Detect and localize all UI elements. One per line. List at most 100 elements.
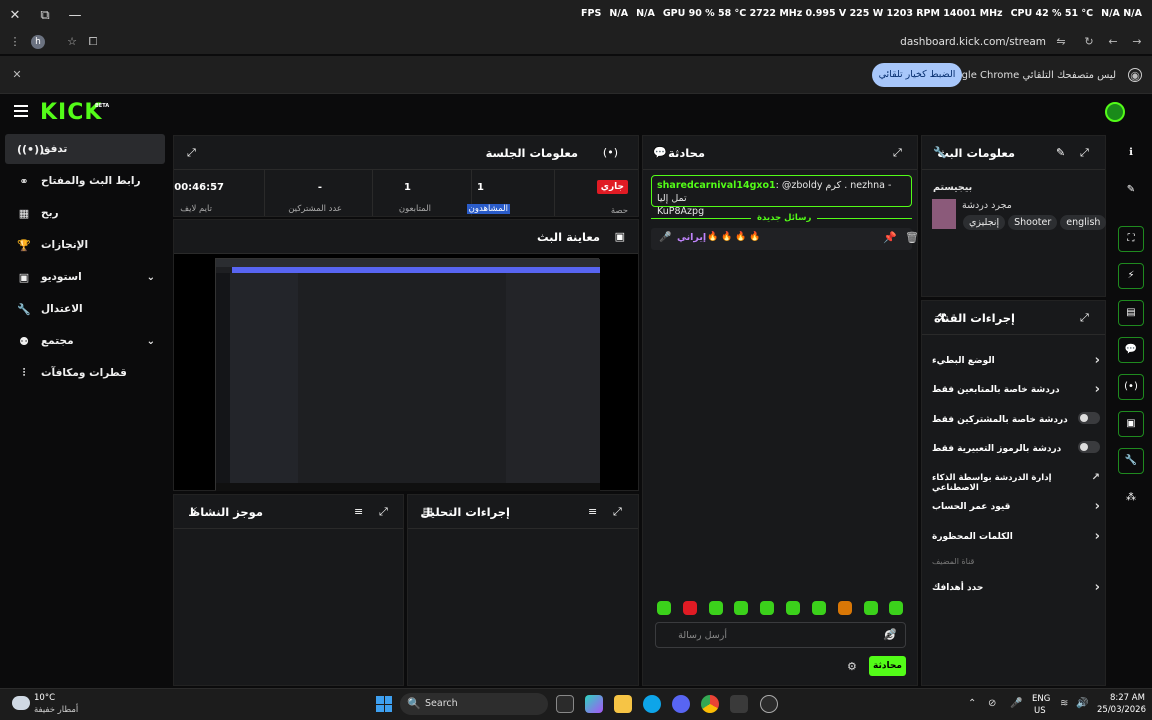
moderator-icon[interactable]: ⛶ bbox=[1118, 226, 1144, 252]
close-window-icon[interactable]: ✕ bbox=[0, 0, 30, 30]
wrench-icon[interactable]: 🔧 bbox=[1118, 448, 1144, 474]
sidebar-item-achievements[interactable]: 🏆 الإنجازات bbox=[5, 230, 165, 260]
windows-start-icon[interactable] bbox=[376, 696, 392, 712]
sidebar-item-monetize[interactable]: ▦ ربح bbox=[5, 198, 165, 228]
profile-avatar[interactable]: h bbox=[31, 35, 45, 49]
emote-icon[interactable] bbox=[683, 601, 697, 615]
tray-network-off-icon[interactable]: ⊘ bbox=[988, 698, 996, 709]
emote-icon[interactable] bbox=[864, 601, 878, 615]
chat-input[interactable]: ☻ أرسل رسالة 🎤 bbox=[655, 622, 906, 648]
weather-temp[interactable]: 10°C bbox=[34, 693, 55, 703]
set-default-button[interactable]: الضبط كخيار تلقائي bbox=[872, 63, 962, 87]
send-chat-button[interactable]: محادثة bbox=[869, 656, 906, 676]
mic-icon[interactable]: 🎤 bbox=[883, 628, 897, 641]
emote-icon[interactable] bbox=[786, 601, 800, 615]
edit-pencil-icon[interactable]: ✎ bbox=[1056, 146, 1065, 159]
tag-chip[interactable]: english bbox=[1060, 215, 1107, 230]
action-set-goals[interactable]: حدد أهدافك › bbox=[932, 580, 1100, 595]
trash-icon[interactable]: 🗑 bbox=[905, 231, 919, 244]
broadcast-icon[interactable]: (•) bbox=[1118, 374, 1144, 400]
popout-icon[interactable]: ⤢ bbox=[1080, 311, 1089, 325]
share-label[interactable]: حصة bbox=[611, 206, 628, 216]
forward-icon[interactable]: → bbox=[1130, 35, 1144, 49]
input-language[interactable]: ENG bbox=[1032, 694, 1050, 704]
user-avatar[interactable] bbox=[1105, 102, 1125, 122]
sidebar-item-drops[interactable]: ⫶ قطرات ومكافآت bbox=[5, 358, 165, 388]
app-icon[interactable] bbox=[730, 695, 748, 713]
file-explorer-icon[interactable] bbox=[614, 695, 632, 713]
emote-icon[interactable] bbox=[812, 601, 826, 615]
weather-icon[interactable] bbox=[12, 696, 30, 710]
emote-icon[interactable] bbox=[734, 601, 748, 615]
emote-icon[interactable] bbox=[889, 601, 903, 615]
sidebar-item-moderation[interactable]: 🔧 الاعتدال bbox=[5, 294, 165, 324]
sidebar-item-community[interactable]: ⚉ مجتمع ⌄ bbox=[5, 326, 165, 356]
edit-pencil-icon[interactable]: ✎ bbox=[1118, 177, 1144, 203]
action-ai-moderation[interactable]: إدارة الدردشة بواسطة الذكاء الاصطناعي ↗ bbox=[932, 472, 1100, 493]
message-username[interactable]: إيراني bbox=[677, 232, 706, 243]
pinned-message[interactable]: sharedcarnival14gxo1: @zboldy كرم . nezh… bbox=[651, 175, 912, 217]
wifi-icon[interactable]: ≋ bbox=[1060, 698, 1068, 709]
volume-icon[interactable]: 🔊 bbox=[1076, 698, 1088, 709]
lightning-icon: ⚡ bbox=[190, 505, 198, 518]
popout-icon[interactable]: ⤢ bbox=[379, 505, 388, 519]
chat-message[interactable]: 🎤 إيراني 🔥 🔥 🔥 🔥 📌 🗑 bbox=[651, 228, 919, 250]
clock-time[interactable]: 8:27 AM bbox=[1110, 693, 1145, 703]
emote-icon[interactable] bbox=[657, 601, 671, 615]
copilot-icon[interactable] bbox=[585, 695, 603, 713]
dollar-icon: ▦ bbox=[18, 206, 30, 220]
extension-icon[interactable]: ⧠ bbox=[86, 35, 100, 49]
tray-mic-icon[interactable]: 🎤 bbox=[1010, 698, 1022, 709]
chrome-icon[interactable] bbox=[701, 695, 719, 713]
lightning-icon[interactable]: ⚡ bbox=[1118, 263, 1144, 289]
category-name[interactable]: مجرد دردشة bbox=[962, 200, 1012, 211]
tray-overflow-icon[interactable]: ⌃ bbox=[968, 698, 976, 709]
edge-icon[interactable] bbox=[643, 695, 661, 713]
back-icon[interactable]: ← bbox=[1106, 35, 1120, 49]
tune-icon[interactable]: ⇋ bbox=[1054, 35, 1068, 49]
menu-dots-icon[interactable]: ⋮ bbox=[8, 35, 22, 49]
filter-icon[interactable]: ≡ bbox=[354, 505, 363, 518]
filter-icon[interactable]: ≡ bbox=[588, 505, 597, 518]
obs-icon[interactable] bbox=[760, 695, 778, 713]
popout-icon[interactable]: ⤢ bbox=[893, 146, 902, 160]
reload-icon[interactable]: ↻ bbox=[1082, 35, 1096, 49]
popout-icon[interactable]: ⤢ bbox=[613, 505, 622, 519]
restore-window-icon[interactable]: ⧉ bbox=[30, 0, 60, 30]
pin-icon[interactable]: 📌 bbox=[883, 231, 897, 244]
dismiss-infobar-icon[interactable]: ✕ bbox=[10, 68, 24, 82]
popout-icon[interactable]: ⤢ bbox=[187, 146, 196, 160]
bookmark-star-icon[interactable]: ☆ bbox=[65, 35, 79, 49]
pinned-username[interactable]: sharedcarnival14gxo1 bbox=[657, 180, 776, 191]
emote-icon[interactable] bbox=[838, 601, 852, 615]
info-icon[interactable]: ℹ bbox=[1118, 140, 1144, 166]
action-banned-words[interactable]: الكلمات المحظورة › bbox=[932, 529, 1100, 544]
toggle-switch[interactable] bbox=[1078, 412, 1100, 424]
emote-icon[interactable] bbox=[709, 601, 723, 615]
sidebar-item-stream[interactable]: ((•)) تدفق bbox=[5, 134, 165, 164]
emote-icon[interactable] bbox=[760, 601, 774, 615]
sidebar-item-studio[interactable]: ▣ استوديو ⌄ bbox=[5, 262, 165, 292]
sidebar-item-stream-key[interactable]: ⚭ رابط البث والمفتاح bbox=[5, 166, 165, 196]
tag-chip[interactable]: إنجليزي bbox=[963, 215, 1006, 230]
tag-chip[interactable]: Shooter bbox=[1008, 215, 1058, 230]
toggle-switch[interactable] bbox=[1078, 441, 1100, 453]
hamburger-menu-icon[interactable] bbox=[14, 105, 28, 117]
popout-icon[interactable]: ⤢ bbox=[1080, 146, 1089, 160]
task-view-icon[interactable] bbox=[556, 695, 574, 713]
minimize-window-icon[interactable]: — bbox=[60, 0, 90, 30]
stream-video[interactable] bbox=[215, 258, 600, 491]
action-account-age[interactable]: قيود عمر الحساب › bbox=[932, 499, 1100, 514]
stream-preview-icon[interactable]: ▣ bbox=[1118, 411, 1144, 437]
document-icon[interactable]: ▤ bbox=[1118, 300, 1144, 326]
action-slow-mode[interactable]: الوضع البطيء › bbox=[932, 353, 1100, 368]
settings-gear-icon[interactable]: ⚙ bbox=[847, 660, 857, 673]
add-widget-icon[interactable]: ⁂ bbox=[1118, 485, 1144, 511]
taskbar-search[interactable]: 🔍 Search bbox=[400, 693, 548, 715]
kick-logo[interactable]: KICK bbox=[40, 100, 102, 125]
discord-icon[interactable] bbox=[672, 695, 690, 713]
chat-bubble-icon[interactable]: 💬 bbox=[1118, 337, 1144, 363]
action-followers-only[interactable]: دردشة خاصة بالمتابعين فقط › bbox=[932, 382, 1100, 397]
category-thumbnail[interactable] bbox=[932, 199, 956, 229]
url-text[interactable]: dashboard.kick.com/stream bbox=[900, 36, 1046, 48]
